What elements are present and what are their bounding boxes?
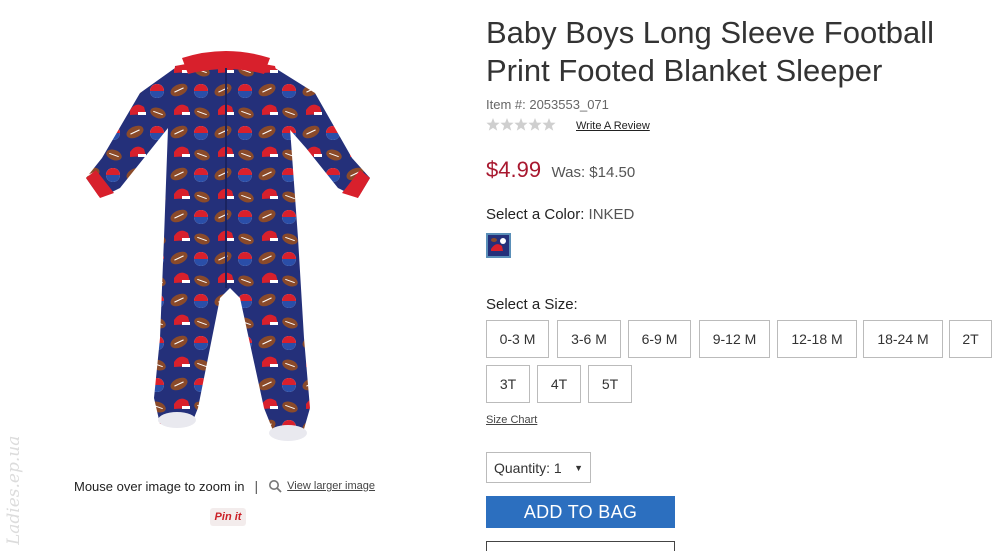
size-label: Select a Size: (486, 296, 578, 313)
size-option[interactable]: 2T (949, 320, 992, 358)
watermark-text: Ladies.ep.ua (4, 435, 24, 545)
color-label: Select a Color: INKED (486, 206, 634, 223)
size-option[interactable]: 0-3 M (486, 320, 549, 358)
size-option[interactable]: 6-9 M (628, 320, 691, 358)
size-option[interactable]: 18-24 M (863, 320, 943, 358)
price-row: $4.99 Was: $14.50 (486, 157, 635, 183)
magnifier-icon (269, 480, 282, 493)
secondary-button[interactable] (486, 541, 675, 551)
zoom-hint: Mouse over image to zoom in (74, 478, 245, 494)
pin-it-button[interactable]: Pin it (210, 508, 246, 526)
add-to-bag-button[interactable]: ADD TO BAG (486, 496, 675, 528)
sale-price: $4.99 (486, 157, 542, 182)
quantity-select[interactable]: Quantity: 1 ▼ (486, 452, 591, 483)
size-chart-link[interactable]: Size Chart (486, 414, 537, 426)
separator: | (254, 478, 259, 494)
color-label-text: Select a Color: (486, 206, 589, 223)
size-option[interactable]: 3T (486, 365, 530, 403)
color-swatch-inked[interactable] (486, 233, 511, 258)
quantity-label: Quantity: (494, 459, 551, 476)
zoom-row: Mouse over image to zoom in | View large… (74, 478, 375, 494)
swatch-pattern-icon (488, 235, 509, 256)
dropdown-arrow-icon: ▼ (574, 462, 583, 473)
selected-color: INKED (588, 206, 635, 223)
view-larger-image-link[interactable]: View larger image (287, 480, 375, 492)
size-option[interactable]: 3-6 M (557, 320, 621, 358)
size-option[interactable]: 9-12 M (699, 320, 770, 358)
size-option[interactable]: 5T (588, 365, 632, 403)
product-title: Baby Boys Long Sleeve Football Print Foo… (486, 15, 935, 88)
write-review-link[interactable]: Write A Review (576, 120, 650, 132)
size-option[interactable]: 4T (537, 365, 581, 403)
size-option[interactable]: 12-18 M (777, 320, 857, 358)
quantity-value: 1 (553, 459, 562, 476)
item-number: Item #: 2053553_071 (486, 97, 609, 112)
rating-stars-icon (486, 118, 556, 131)
original-price: Was: $14.50 (551, 164, 636, 181)
product-image[interactable] (80, 38, 380, 448)
